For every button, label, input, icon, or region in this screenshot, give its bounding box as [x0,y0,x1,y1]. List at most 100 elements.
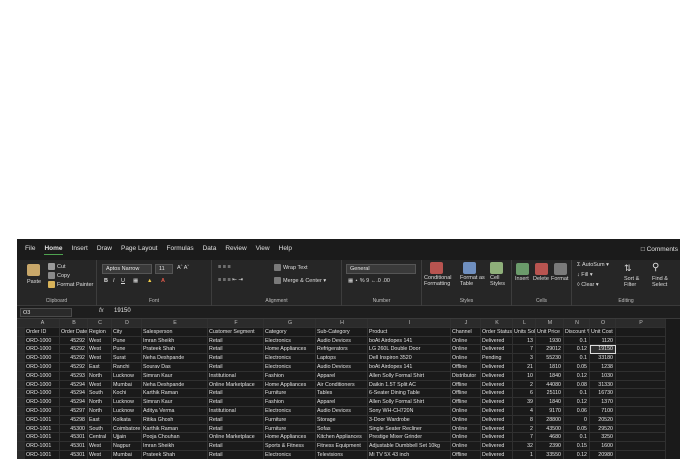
cell[interactable]: 2 [513,380,536,390]
paste-button[interactable]: Paste [27,279,41,285]
cell[interactable] [616,327,666,337]
cell[interactable]: Online [451,433,481,443]
cell[interactable]: Prestige Mixer Grinder [368,433,451,443]
row-number[interactable] [17,415,25,425]
cell[interactable]: Single Seater Recliner [368,424,451,434]
row-number[interactable] [17,380,25,390]
fill-button[interactable]: ↓ Fill ▾ [577,272,593,278]
cell[interactable]: Salesperson [142,327,208,337]
cell[interactable]: ORD-1000 [25,371,60,381]
cell[interactable]: Electronics [264,407,316,416]
cell[interactable]: Electronics [264,354,316,363]
cell[interactable]: Retail [208,415,264,425]
sort-filter-button[interactable]: Sort & Filter [624,276,639,288]
italic-icon[interactable]: I [113,278,115,284]
tab-review[interactable]: Review [225,245,246,254]
format-cells-button[interactable]: Format [551,276,568,282]
cell[interactable]: Retail [208,451,264,459]
cell[interactable]: Online [451,336,481,346]
cell[interactable]: Surat [112,354,142,363]
cell[interactable]: 43500 [536,424,564,434]
row-number[interactable] [17,319,25,328]
cell[interactable]: Offline [451,380,481,390]
cell[interactable]: Online [451,415,481,425]
column-header[interactable]: L [513,319,536,328]
cell[interactable]: Lucknow [112,371,142,381]
row-number[interactable] [17,345,25,355]
cell[interactable]: Home Appliances [264,433,316,443]
cell[interactable]: 19150 [590,345,616,355]
cell[interactable]: Coimbatore [112,424,142,434]
tab-view[interactable]: View [256,245,270,254]
cell[interactable]: Fitness Equipment [316,442,368,451]
cell[interactable]: Ranchi [112,363,142,372]
cell[interactable]: Offline [451,451,481,459]
cell[interactable] [616,433,666,443]
cell[interactable]: Category [264,327,316,337]
autosum-button[interactable]: Σ AutoSum ▾ [577,262,609,268]
cell[interactable]: 1600 [590,442,616,451]
cell[interactable]: Region [88,327,112,337]
cell[interactable]: Retail [208,363,264,372]
cell[interactable]: 4 [513,407,536,416]
cell[interactable]: Pooja Chouhan [142,433,208,443]
cell[interactable]: Home Appliances [264,345,316,355]
cell[interactable]: Order Date [60,327,88,337]
cell[interactable]: 10 [513,371,536,381]
cell[interactable]: 39 [513,398,536,407]
cell[interactable]: Order ID [25,327,60,337]
cell[interactable]: Furniture [264,389,316,399]
cell[interactable]: Sourav Das [142,363,208,372]
underline-icon[interactable]: U [121,278,125,284]
font-grow-icon[interactable]: Aˆ Aˇ [177,265,189,271]
cell[interactable]: 0.1 [564,433,590,443]
row-number[interactable] [17,451,25,459]
delete-cells-button[interactable]: Delete [533,276,549,282]
formula-input[interactable]: 19150 [114,308,131,314]
cell[interactable]: Online [451,442,481,451]
cell[interactable]: 2390 [536,442,564,451]
cell[interactable]: Lucknow [112,407,142,416]
cell[interactable]: 0.12 [564,451,590,459]
cell[interactable]: Discount % [564,327,590,337]
cell[interactable]: Retail [208,442,264,451]
cell[interactable]: Furniture [264,415,316,425]
format-painter-button[interactable]: Format Painter [48,281,93,288]
bold-icon[interactable]: B [104,278,108,284]
cell[interactable]: Electronics [264,451,316,459]
align-left-icon[interactable]: ≡ ≡ ≡ ⇤ ⇥ [218,277,243,283]
cell[interactable]: Units Sold [513,327,536,337]
cell[interactable]: 7 [513,345,536,355]
cell[interactable]: Delivered [481,398,513,407]
cell[interactable]: Electronics [264,336,316,346]
cell[interactable]: 28800 [536,415,564,425]
cell[interactable]: Retail [208,345,264,355]
cell[interactable]: 0.12 [564,371,590,381]
cell[interactable]: 45298 [60,415,88,425]
cell[interactable] [616,354,666,363]
cell[interactable]: 6 [513,389,536,399]
cell[interactable]: boAt Airdopes 141 [368,336,451,346]
cell-styles-button[interactable]: Cell Styles [490,275,505,287]
cell[interactable]: Delivered [481,363,513,372]
cell[interactable]: 1 [513,451,536,459]
cell[interactable] [616,407,666,416]
cell[interactable]: 29012 [536,345,564,355]
cell[interactable]: 33550 [536,451,564,459]
cell[interactable]: 45294 [60,389,88,399]
merge-center-button[interactable]: Merge & Center ▾ [274,277,326,284]
cell[interactable]: Adjustable Dumbbell Set 10kg [368,442,451,451]
cell[interactable]: Channel [451,327,481,337]
format-as-table-button[interactable]: Format as Table [460,275,485,287]
cell[interactable]: West [88,451,112,459]
cell[interactable]: Retail [208,336,264,346]
cell[interactable]: Institutional [208,371,264,381]
cell[interactable]: Sub-Category [316,327,368,337]
cell[interactable]: 0.15 [564,442,590,451]
cell[interactable] [616,398,666,407]
cell[interactable]: 29520 [590,424,616,434]
cell[interactable]: 20980 [590,451,616,459]
cell[interactable]: Online [451,345,481,355]
cell[interactable]: West [88,380,112,390]
cell[interactable]: Dell Inspiron 3520 [368,354,451,363]
